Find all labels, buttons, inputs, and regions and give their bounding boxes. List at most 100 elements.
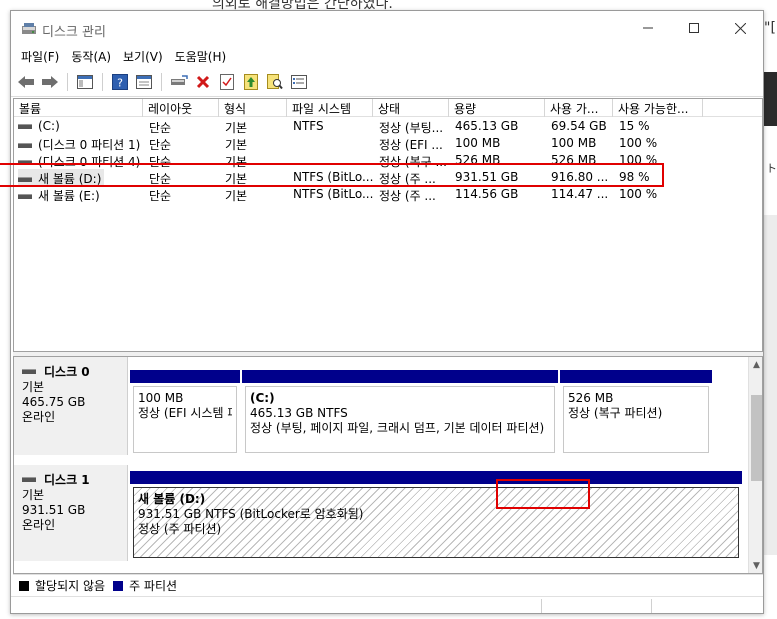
volume-name: 새 볼륨 (E:) <box>38 189 100 203</box>
back-icon <box>18 75 34 88</box>
volume-free-space: 114.47 ... <box>551 187 609 201</box>
partition-color-bar <box>242 370 558 383</box>
connect-drive-icon <box>171 74 188 85</box>
close-icon <box>734 22 746 34</box>
partition-d-selected[interactable]: 새 볼륨 (D:) 931.51 GB NTFS (BitLocker로 암호화… <box>130 471 742 561</box>
partition-efi[interactable]: 100 MB 정상 (EFI 시스템 파티션) <box>130 370 240 456</box>
minimize-icon <box>643 27 653 29</box>
disk-size: 465.75 GB <box>22 395 86 409</box>
volume-capacity: 114.56 GB <box>455 187 519 201</box>
close-button[interactable] <box>717 11 763 45</box>
status-divider <box>541 599 542 613</box>
highlight-box-partition-d <box>496 479 590 509</box>
details-button[interactable] <box>288 71 310 93</box>
partition-status: 정상 (부팅, 페이지 파일, 크래시 덤프, 기본 데이터 파티션) <box>250 421 545 435</box>
toolbar: ? <box>11 67 763 97</box>
menu-bar: 파일(F) 동작(A) 보기(V) 도움말(H) <box>11 45 763 67</box>
menu-file[interactable]: 파일(F) <box>15 45 65 67</box>
scroll-down-icon[interactable]: ▼ <box>749 558 762 573</box>
disk-management-icon <box>22 23 36 34</box>
volume-type: 기본 <box>225 121 248 135</box>
volume-layout: 단순 <box>149 138 172 152</box>
check-button[interactable] <box>216 71 238 93</box>
partition-recovery[interactable]: 526 MB 정상 (복구 파티션) <box>560 370 712 456</box>
disk-status: 온라인 <box>22 410 56 424</box>
partition-status: 정상 (주 파티션) <box>138 522 222 536</box>
toolbar-separator <box>102 72 103 91</box>
volume-name: (C:) <box>38 119 60 133</box>
properties-view-button[interactable] <box>133 71 155 93</box>
column-header-status[interactable]: 상태 <box>373 99 449 117</box>
menu-action[interactable]: 동작(A) <box>65 45 117 67</box>
volume-percent-free: 15 % <box>619 119 650 133</box>
console-tree-button[interactable] <box>74 71 96 93</box>
volume-icon <box>18 143 32 148</box>
volume-capacity: 465.13 GB <box>455 119 519 133</box>
vertical-scrollbar[interactable]: ▲ ▼ <box>748 357 762 573</box>
search-button[interactable] <box>264 71 286 93</box>
volume-name: (디스크 0 파티션 1) <box>38 138 141 152</box>
forward-icon <box>42 75 58 88</box>
connect-drive-button[interactable] <box>168 71 190 93</box>
partition-status: 정상 (EFI 시스템 파티션) <box>138 406 232 420</box>
partition-size: 100 MB <box>138 391 184 405</box>
import-button[interactable] <box>240 71 262 93</box>
forward-button[interactable] <box>39 71 61 93</box>
partition-color-bar <box>560 370 712 383</box>
maximize-icon <box>689 23 699 33</box>
volume-percent-free: 100 % <box>619 187 658 201</box>
help-button[interactable]: ? <box>109 71 131 93</box>
disk-name: 디스크 0 <box>44 365 90 379</box>
volume-row[interactable]: (디스크 0 파티션 1) 단순 기본 정상 (EFI ... 100 MB 1… <box>14 135 762 152</box>
svg-text:?: ? <box>117 76 123 89</box>
title-bar[interactable]: 디스크 관리 <box>11 11 763 45</box>
toolbar-separator <box>67 72 68 91</box>
volume-status: 정상 (부팅... <box>379 121 444 135</box>
volume-row[interactable]: (C:) 단순 기본 NTFS 정상 (부팅... 465.13 GB 69.5… <box>14 118 762 135</box>
help-icon: ? <box>112 73 128 90</box>
legend-unallocated-swatch <box>19 580 29 591</box>
menu-help[interactable]: 도움말(H) <box>169 45 233 67</box>
legend-primary-swatch <box>113 580 124 591</box>
volume-status: 정상 (주 ... <box>379 189 436 203</box>
volume-row[interactable]: 새 볼륨 (E:) 단순 기본 NTFS (BitLo... 정상 (주 ...… <box>14 186 762 203</box>
column-header-volume[interactable]: 볼륨 <box>14 99 143 117</box>
column-header-free-space[interactable]: 사용 가... <box>545 99 613 117</box>
menu-view[interactable]: 보기(V) <box>117 45 169 67</box>
disk-icon <box>22 369 36 374</box>
disk-1-info[interactable]: 디스크 1 기본 931.51 GB 온라인 <box>14 465 128 561</box>
status-divider <box>651 599 652 613</box>
maximize-button[interactable] <box>671 11 717 45</box>
scrollbar-thumb[interactable] <box>751 395 762 481</box>
legend-unallocated-label: 할당되지 않음 <box>35 579 106 593</box>
volume-capacity: 100 MB <box>455 136 501 150</box>
check-icon <box>220 73 234 90</box>
partition-status: 정상 (복구 파티션) <box>568 406 663 420</box>
partition-title: (C:) <box>250 391 275 405</box>
back-button[interactable] <box>15 71 37 93</box>
partition-color-bar <box>130 370 240 383</box>
partition-size: 526 MB <box>568 391 614 405</box>
disk-0-info[interactable]: 디스크 0 기본 465.75 GB 온라인 <box>14 357 128 455</box>
column-header-capacity[interactable]: 용량 <box>449 99 545 117</box>
volume-file-system: NTFS (BitLo... <box>293 187 373 201</box>
column-header-file-system[interactable]: 파일 시스템 <box>287 99 373 117</box>
column-header-layout[interactable]: 레이아웃 <box>143 99 219 117</box>
volume-list: 볼륨 레이아웃 형식 파일 시스템 상태 용량 사용 가... 사용 가능한..… <box>13 98 763 352</box>
column-header-type[interactable]: 형식 <box>219 99 287 117</box>
partition-c[interactable]: (C:) 465.13 GB NTFS 정상 (부팅, 페이지 파일, 크래시 … <box>242 370 558 456</box>
volume-icon <box>18 194 32 199</box>
window-title: 디스크 관리 <box>42 25 106 40</box>
partition-size: 931.51 GB NTFS (BitLocker로 암호화됨) <box>138 507 364 521</box>
scroll-up-icon[interactable]: ▲ <box>749 357 762 372</box>
background-right-area <box>763 215 777 555</box>
legend-primary-label: 주 파티션 <box>129 579 178 593</box>
column-header-percent-free[interactable]: 사용 가능한... <box>613 99 703 117</box>
disk-type: 기본 <box>22 488 45 502</box>
minimize-button[interactable] <box>625 11 671 45</box>
volume-type: 기본 <box>225 138 248 152</box>
delete-button[interactable] <box>192 71 214 93</box>
volume-layout: 단순 <box>149 121 172 135</box>
partition-title: 새 볼륨 (D:) <box>138 492 206 506</box>
disk-management-window: 디스크 관리 파일(F) 동작(A) 보기(V) 도움말(H) ? 볼륨 레이아… <box>10 10 764 614</box>
